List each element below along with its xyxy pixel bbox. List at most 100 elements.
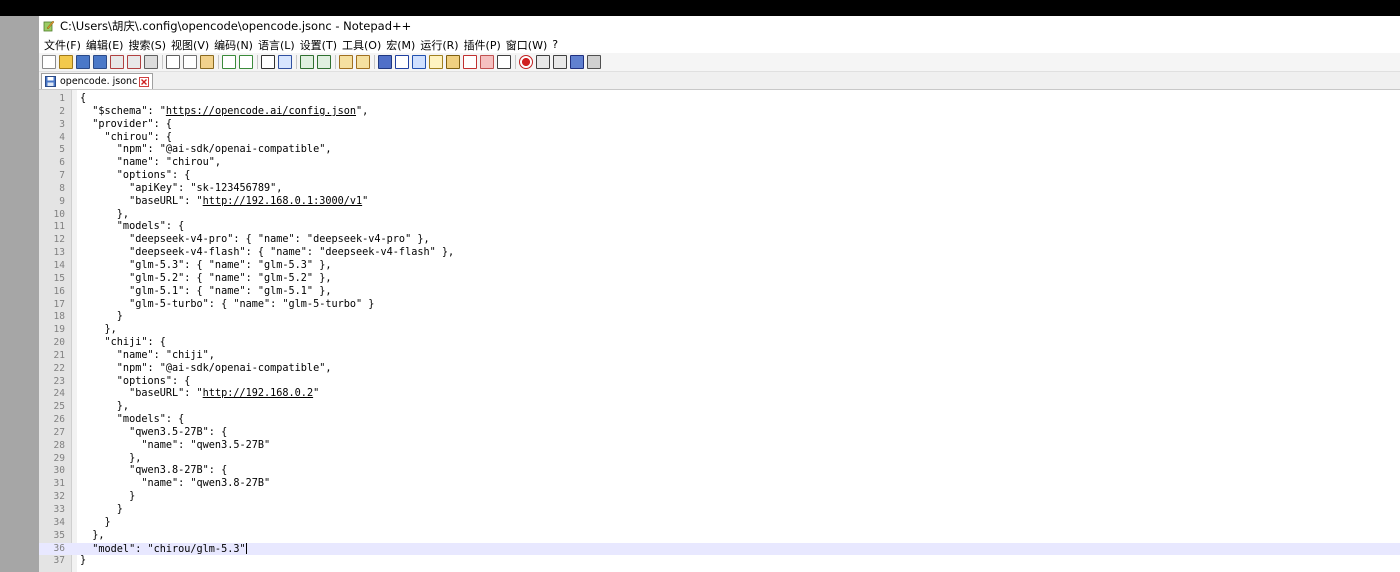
new-file-icon[interactable] bbox=[42, 55, 56, 69]
code-segment: "chiji": { bbox=[80, 337, 166, 349]
copy-icon[interactable] bbox=[183, 55, 197, 69]
close-all-icon[interactable] bbox=[127, 55, 141, 69]
close-tab-icon[interactable] bbox=[139, 76, 150, 87]
code-text: "models": { bbox=[80, 221, 184, 234]
url-link[interactable]: https://opencode.ai/config.json bbox=[166, 106, 356, 117]
code-line[interactable]: 6 "name": "chirou", bbox=[39, 157, 1400, 170]
save-all-icon[interactable] bbox=[93, 55, 107, 69]
close-icon[interactable] bbox=[110, 55, 124, 69]
word-wrap-icon[interactable] bbox=[378, 55, 392, 69]
code-line[interactable]: 30 "qwen3.8-27B": { bbox=[39, 465, 1400, 478]
run-macro-multiple-icon[interactable] bbox=[570, 55, 584, 69]
menu-item[interactable]: 插件(P) bbox=[463, 37, 505, 53]
play-macro-icon[interactable] bbox=[553, 55, 567, 69]
paste-icon[interactable] bbox=[200, 55, 214, 69]
menu-item[interactable]: 编辑(E) bbox=[85, 37, 128, 53]
line-number: 26 bbox=[53, 414, 65, 426]
code-line[interactable]: 37} bbox=[39, 555, 1400, 568]
undo-icon[interactable] bbox=[222, 55, 236, 69]
screen-top-bar bbox=[0, 0, 1400, 16]
menu-item[interactable]: 搜索(S) bbox=[127, 37, 170, 53]
code-line[interactable]: 7 "options": { bbox=[39, 170, 1400, 183]
code-segment: "chirou": { bbox=[80, 131, 173, 143]
line-number: 36 bbox=[53, 542, 65, 554]
menu-item[interactable]: 语言(L) bbox=[257, 37, 299, 53]
replace-icon[interactable] bbox=[278, 55, 292, 69]
code-line[interactable]: 3 "provider": { bbox=[39, 119, 1400, 132]
code-line[interactable]: 21 "name": "chiji", bbox=[39, 350, 1400, 363]
title-bar: C:\Users\胡庆\.config\opencode\opencode.js… bbox=[39, 16, 1400, 36]
menu-item[interactable]: 编码(N) bbox=[213, 37, 257, 53]
editor-area[interactable]: 1{2 "$schema": "https://opencode.ai/conf… bbox=[39, 90, 1400, 572]
url-link[interactable]: http://192.168.0.2 bbox=[203, 388, 313, 399]
code-line[interactable]: 23 "options": { bbox=[39, 376, 1400, 389]
sync-horizontal-icon[interactable] bbox=[356, 55, 370, 69]
cut-icon[interactable] bbox=[166, 55, 180, 69]
tab-opencode-jsonc[interactable]: opencode. jsonc bbox=[41, 73, 154, 89]
code-line[interactable]: 20 "chiji": { bbox=[39, 337, 1400, 350]
code-line[interactable]: 1{ bbox=[39, 93, 1400, 106]
menu-item[interactable]: 运行(R) bbox=[419, 37, 462, 53]
code-line[interactable]: 13 "deepseek-v4-flash": { "name": "deeps… bbox=[39, 247, 1400, 260]
code-line[interactable]: 18 } bbox=[39, 311, 1400, 324]
code-line[interactable]: 35 }, bbox=[39, 530, 1400, 543]
stop-macro-icon[interactable] bbox=[536, 55, 550, 69]
function-list-icon[interactable] bbox=[463, 55, 477, 69]
menu-item[interactable]: 文件(F) bbox=[43, 37, 85, 53]
menu-item[interactable]: ? bbox=[551, 38, 562, 51]
menu-item[interactable]: 宏(M) bbox=[385, 37, 419, 53]
code-line[interactable]: 27 "qwen3.5-27B": { bbox=[39, 427, 1400, 440]
doc-map-icon[interactable] bbox=[446, 55, 460, 69]
code-line[interactable]: 12 "deepseek-v4-pro": { "name": "deepsee… bbox=[39, 234, 1400, 247]
code-line[interactable]: 36 "model": "chirou/glm-5.3" bbox=[39, 542, 1400, 556]
code-line[interactable]: 4 "chirou": { bbox=[39, 132, 1400, 145]
show-all-chars-icon[interactable] bbox=[395, 55, 409, 69]
code-line[interactable]: 28 "name": "qwen3.5-27B" bbox=[39, 440, 1400, 453]
line-number: 35 bbox=[53, 529, 65, 541]
code-line[interactable]: 24 "baseURL": "http://192.168.0.2" bbox=[39, 388, 1400, 401]
code-line[interactable]: 33 } bbox=[39, 504, 1400, 517]
line-number: 12 bbox=[53, 234, 65, 246]
redo-icon[interactable] bbox=[239, 55, 253, 69]
code-line[interactable]: 14 "glm-5.3": { "name": "glm-5.3" }, bbox=[39, 260, 1400, 273]
code-line[interactable]: 9 "baseURL": "http://192.168.0.1:3000/v1… bbox=[39, 196, 1400, 209]
open-file-icon[interactable] bbox=[59, 55, 73, 69]
sync-vertical-icon[interactable] bbox=[339, 55, 353, 69]
menu-item[interactable]: 视图(V) bbox=[170, 37, 213, 53]
indent-guide-icon[interactable] bbox=[412, 55, 426, 69]
zoom-in-icon[interactable] bbox=[300, 55, 314, 69]
zoom-out-icon[interactable] bbox=[317, 55, 331, 69]
record-macro-icon[interactable] bbox=[519, 55, 533, 69]
menu-item[interactable]: 窗口(W) bbox=[505, 37, 551, 53]
code-line[interactable]: 15 "glm-5.2": { "name": "glm-5.2" }, bbox=[39, 273, 1400, 286]
code-line[interactable]: 17 "glm-5-turbo": { "name": "glm-5-turbo… bbox=[39, 299, 1400, 312]
menu-item[interactable]: 工具(O) bbox=[341, 37, 385, 53]
folder-workspace-icon[interactable] bbox=[480, 55, 494, 69]
code-line[interactable]: 8 "apiKey": "sk-123456789", bbox=[39, 183, 1400, 196]
url-link[interactable]: http://192.168.0.1:3000/v1 bbox=[203, 196, 362, 207]
code-line[interactable]: 32 } bbox=[39, 491, 1400, 504]
code-line[interactable]: 16 "glm-5.1": { "name": "glm-5.1" }, bbox=[39, 286, 1400, 299]
menu-item[interactable]: 设置(T) bbox=[299, 37, 341, 53]
code-line[interactable]: 10 }, bbox=[39, 209, 1400, 222]
code-line[interactable]: 34 } bbox=[39, 517, 1400, 530]
code-line[interactable]: 26 "models": { bbox=[39, 414, 1400, 427]
save-macro-icon[interactable] bbox=[587, 55, 601, 69]
code-line[interactable]: 5 "npm": "@ai-sdk/openai-compatible", bbox=[39, 144, 1400, 157]
tab-bar: opencode. jsonc bbox=[39, 72, 1400, 90]
file-saved-icon bbox=[45, 76, 56, 87]
monitoring-icon[interactable] bbox=[497, 55, 511, 69]
code-line[interactable]: 22 "npm": "@ai-sdk/openai-compatible", bbox=[39, 363, 1400, 376]
print-icon[interactable] bbox=[144, 55, 158, 69]
code-line[interactable]: 31 "name": "qwen3.8-27B" bbox=[39, 478, 1400, 491]
find-icon[interactable] bbox=[261, 55, 275, 69]
language-panel-icon[interactable] bbox=[429, 55, 443, 69]
code-line[interactable]: 19 }, bbox=[39, 324, 1400, 337]
code-text: "$schema": "https://opencode.ai/config.j… bbox=[80, 106, 368, 119]
save-icon[interactable] bbox=[76, 55, 90, 69]
code-line[interactable]: 25 }, bbox=[39, 401, 1400, 414]
code-line[interactable]: 2 "$schema": "https://opencode.ai/config… bbox=[39, 106, 1400, 119]
code-line[interactable]: 29 }, bbox=[39, 453, 1400, 466]
code-line[interactable]: 11 "models": { bbox=[39, 221, 1400, 234]
code-segment: }, bbox=[80, 324, 117, 336]
